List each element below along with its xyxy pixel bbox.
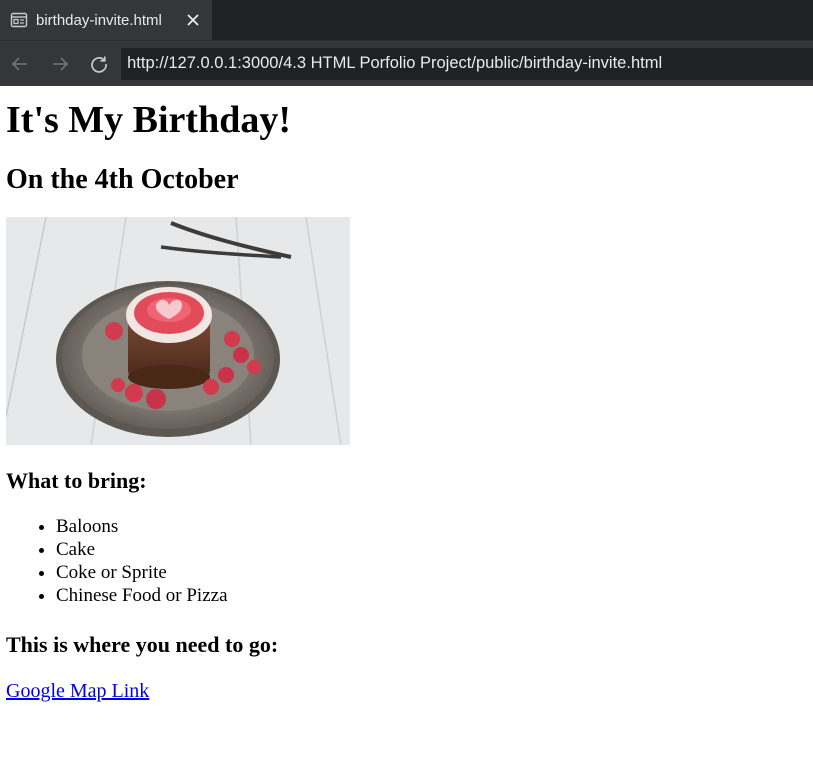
address-bar[interactable]: http://127.0.0.1:3000/4.3 HTML Porfolio … bbox=[121, 47, 813, 80]
arrow-right-icon bbox=[52, 56, 68, 71]
list-item: Baloons bbox=[56, 515, 807, 538]
bring-list: Baloons Cake Coke or Sprite Chinese Food… bbox=[6, 515, 807, 607]
close-icon[interactable] bbox=[182, 9, 204, 31]
date-heading: On the 4th October bbox=[6, 164, 239, 195]
browser-toolbar: http://127.0.0.1:3000/4.3 HTML Porfolio … bbox=[0, 40, 813, 86]
browser-tab[interactable]: birthday-invite.html bbox=[0, 0, 212, 40]
bring-heading: What to bring: bbox=[6, 468, 147, 493]
page-icon bbox=[10, 11, 28, 29]
list-item: Chinese Food or Pizza bbox=[56, 584, 807, 607]
forward-button[interactable] bbox=[40, 46, 80, 82]
arrow-left-icon bbox=[11, 56, 27, 71]
url-text: http://127.0.0.1:3000/4.3 HTML Porfolio … bbox=[127, 54, 663, 72]
list-item: Coke or Sprite bbox=[56, 561, 807, 584]
reload-button[interactable] bbox=[79, 46, 119, 82]
reload-icon bbox=[91, 56, 108, 73]
list-item: Cake bbox=[56, 538, 807, 561]
page-title: It's My Birthday! bbox=[6, 99, 291, 141]
tab-title: birthday-invite.html bbox=[36, 11, 162, 29]
back-button[interactable] bbox=[0, 46, 40, 82]
page-content: It's My Birthday! On the 4th October Wha… bbox=[0, 98, 813, 703]
where-heading: This is where you need to go: bbox=[6, 632, 279, 657]
google-map-link[interactable]: Google Map Link bbox=[6, 679, 149, 703]
browser-tab-bar: birthday-invite.html bbox=[0, 0, 813, 40]
cake-photo bbox=[6, 217, 350, 445]
